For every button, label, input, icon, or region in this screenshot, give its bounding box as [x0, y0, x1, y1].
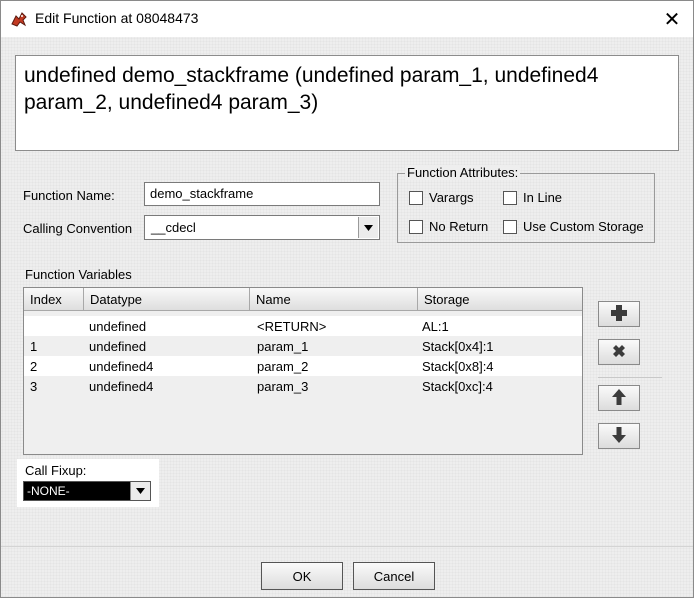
function-name-label: Function Name: — [23, 188, 115, 203]
table-header: Index Datatype Name Storage — [24, 288, 582, 311]
separator — [598, 377, 662, 378]
table-row[interactable]: 2 undefined4 param_2 Stack[0x8]:4 — [24, 356, 582, 376]
calling-convention-label: Calling Convention — [23, 221, 133, 236]
varargs-checkbox-box[interactable] — [409, 190, 423, 205]
varargs-label: Varargs — [429, 190, 474, 205]
function-name-value: demo_stackframe — [150, 186, 254, 201]
move-up-button[interactable] — [598, 385, 640, 411]
column-header-datatype[interactable]: Datatype — [84, 288, 250, 310]
ghidra-dragon-icon — [10, 10, 28, 28]
cancel-button[interactable]: Cancel — [353, 562, 435, 590]
close-icon: ✕ — [663, 8, 681, 31]
function-variables-label: Function Variables — [25, 267, 132, 282]
cell-index: 2 — [30, 359, 38, 374]
inline-checkbox-box[interactable] — [503, 190, 517, 205]
arrow-down-icon — [611, 426, 627, 446]
call-fixup-select[interactable]: -NONE- — [23, 481, 151, 501]
custom-storage-label: Use Custom Storage — [523, 219, 644, 234]
ok-button-label: OK — [292, 568, 312, 584]
cell-storage: Stack[0x4]:1 — [422, 339, 494, 354]
column-header-name[interactable]: Name — [250, 288, 418, 310]
cell-datatype: undefined — [89, 339, 147, 354]
cell-name: param_2 — [257, 359, 309, 374]
custom-storage-checkbox-box[interactable] — [503, 219, 517, 234]
inline-checkbox[interactable]: In Line — [503, 190, 562, 205]
cell-storage: Stack[0x8]:4 — [422, 359, 494, 374]
function-name-input[interactable]: demo_stackframe — [144, 182, 380, 206]
call-fixup-label: Call Fixup: — [25, 463, 87, 478]
cell-storage: Stack[0xc]:4 — [422, 379, 493, 394]
function-attributes-legend: Function Attributes: — [405, 165, 521, 180]
divider — [1, 546, 693, 547]
table-row[interactable]: 1 undefined param_1 Stack[0x4]:1 — [24, 336, 582, 356]
table-row[interactable]: 3 undefined4 param_3 Stack[0xc]:4 — [24, 376, 582, 396]
cell-name: param_1 — [257, 339, 309, 354]
title-bar: Edit Function at 08048473 ✕ — [1, 1, 693, 37]
cell-datatype: undefined — [89, 319, 147, 334]
close-button[interactable]: ✕ — [657, 5, 687, 33]
add-icon — [611, 304, 627, 324]
cell-storage: AL:1 — [422, 319, 449, 334]
no-return-label: No Return — [429, 219, 489, 234]
column-header-index[interactable]: Index — [24, 288, 84, 310]
signature-editor[interactable]: undefined demo_stackframe (undefined par… — [15, 55, 679, 151]
move-down-button[interactable] — [598, 423, 640, 449]
cell-index: 3 — [30, 379, 38, 394]
calling-convention-select[interactable]: __cdecl — [144, 215, 380, 240]
chevron-down-icon[interactable] — [130, 482, 150, 500]
call-fixup-value: -NONE- — [24, 482, 131, 500]
chevron-down-icon[interactable] — [358, 217, 378, 238]
inline-label: In Line — [523, 190, 563, 205]
calling-convention-value: __cdecl — [151, 220, 196, 235]
cell-datatype: undefined4 — [89, 379, 154, 394]
cell-name: <RETURN> — [257, 319, 327, 334]
cancel-button-label: Cancel — [373, 568, 415, 584]
cell-datatype: undefined4 — [89, 359, 154, 374]
call-fixup-panel: Call Fixup: -NONE- — [17, 459, 159, 507]
ok-button[interactable]: OK — [261, 562, 343, 590]
remove-icon — [611, 343, 627, 362]
no-return-checkbox-box[interactable] — [409, 219, 423, 234]
arrow-up-icon — [611, 388, 627, 408]
column-header-storage[interactable]: Storage — [418, 288, 582, 310]
signature-text[interactable]: undefined demo_stackframe (undefined par… — [24, 64, 598, 114]
add-variable-button[interactable] — [598, 301, 640, 327]
window-title: Edit Function at 08048473 — [35, 10, 199, 26]
remove-variable-button[interactable] — [598, 339, 640, 365]
cell-name: param_3 — [257, 379, 309, 394]
varargs-checkbox[interactable]: Varargs — [409, 190, 474, 205]
custom-storage-checkbox[interactable]: Use Custom Storage — [503, 219, 644, 234]
edit-function-window: Edit Function at 08048473 ✕ undefined de… — [0, 0, 694, 598]
function-variables-table[interactable]: Index Datatype Name Storage undefined <R… — [23, 287, 583, 455]
table-row[interactable]: undefined <RETURN> AL:1 — [24, 316, 582, 336]
cell-index: 1 — [30, 339, 38, 354]
no-return-checkbox[interactable]: No Return — [409, 219, 488, 234]
